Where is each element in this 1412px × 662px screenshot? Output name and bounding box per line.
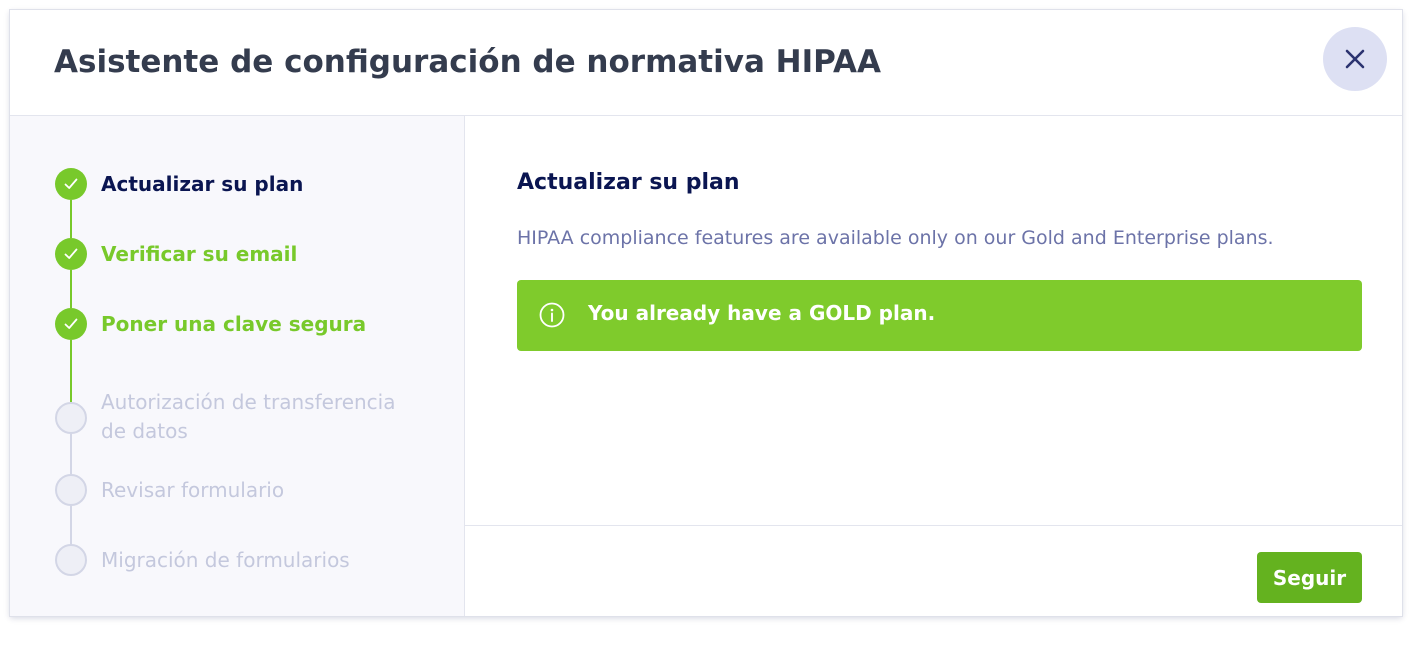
info-icon xyxy=(539,302,565,328)
check-icon xyxy=(64,248,78,259)
step-label: Actualizar su plan xyxy=(101,172,304,196)
step-label: Migración de formularios xyxy=(101,548,350,572)
step-content-panel: Actualizar su plan HIPAA compliance feat… xyxy=(465,116,1402,616)
modal-footer: Seguir xyxy=(465,525,1402,616)
step-check-marker xyxy=(55,168,87,200)
step-description: HIPAA compliance features are available … xyxy=(517,227,1274,249)
plan-status-alert: You already have a GOLD plan. xyxy=(517,280,1362,351)
step-connector xyxy=(70,506,72,546)
close-icon xyxy=(1345,49,1365,69)
step-label: Autorización de transferencia de datos xyxy=(101,390,396,443)
step-pending-marker xyxy=(55,474,87,506)
wizard-steps-sidebar: Actualizar su plan Verificar su email Po… xyxy=(10,116,465,616)
close-button[interactable] xyxy=(1323,27,1387,91)
step-connector xyxy=(70,270,72,308)
step-label: Revisar formulario xyxy=(101,478,285,502)
modal-title: Asistente de configuración de normativa … xyxy=(54,44,882,80)
continue-button[interactable]: Seguir xyxy=(1257,552,1362,603)
check-icon xyxy=(64,318,78,329)
check-icon xyxy=(64,178,78,189)
step-pending-marker xyxy=(55,544,87,576)
modal-header: Asistente de configuración de normativa … xyxy=(10,10,1402,116)
step-check-marker xyxy=(55,238,87,270)
step-title: Actualizar su plan xyxy=(517,170,740,195)
step-connector xyxy=(70,434,72,474)
step-label: Verificar su email xyxy=(101,242,298,266)
step-label: Poner una clave segura xyxy=(101,312,367,336)
step-connector xyxy=(70,340,72,402)
step-check-marker xyxy=(55,308,87,340)
alert-message: You already have a GOLD plan. xyxy=(588,301,936,325)
hipaa-wizard-modal: Asistente de configuración de normativa … xyxy=(10,10,1402,616)
step-pending-marker xyxy=(55,402,87,434)
step-connector xyxy=(70,200,72,238)
